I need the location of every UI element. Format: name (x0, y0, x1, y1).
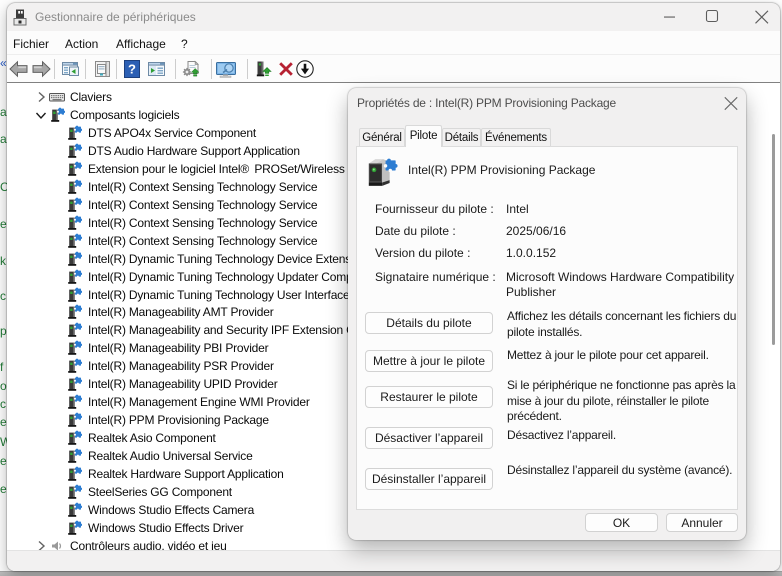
svg-text:?: ? (128, 62, 136, 77)
